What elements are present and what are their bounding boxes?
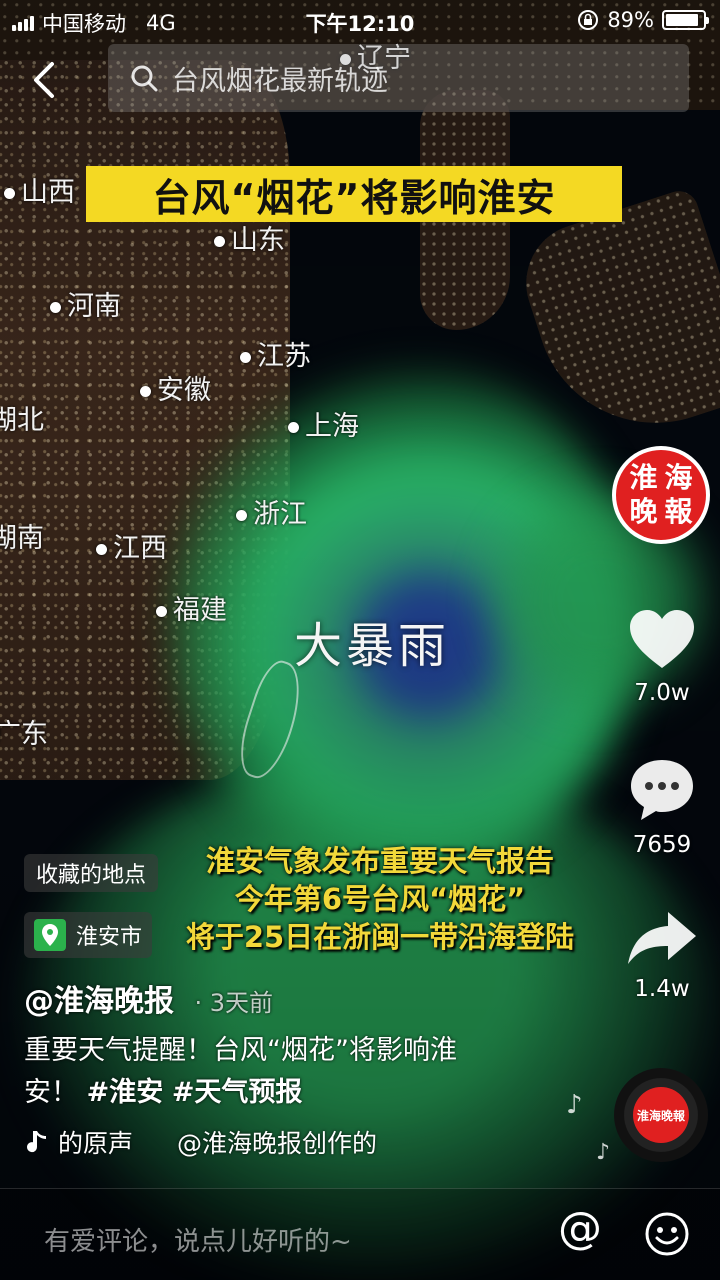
video-caption: 淮安气象发布重要天气报告 今年第6号台风“烟花” 将于25日在浙闽一带沿海登陆 xyxy=(150,842,610,956)
post-time: · 3天前 xyxy=(194,989,273,1017)
share-arrow-icon xyxy=(628,912,696,964)
heart-icon xyxy=(630,610,694,668)
battery-icon xyxy=(662,10,709,30)
author-name[interactable]: @淮海晚报 · 3天前 xyxy=(24,976,273,1020)
share-count: 1.4w xyxy=(634,976,690,1002)
map-label: 山西 xyxy=(4,170,75,209)
collected-places-chip[interactable]: 收藏的地点 xyxy=(24,854,159,892)
battery-percent: 89% xyxy=(607,8,654,32)
caption-line: 今年第6号台风“烟花” xyxy=(234,882,526,916)
music-note-icon xyxy=(27,1131,46,1153)
status-bar: 中国移动 4G 下午12:10 89% xyxy=(0,0,720,40)
comment-icon xyxy=(631,760,693,820)
map-label: 湖北 xyxy=(0,405,44,436)
mention-icon[interactable]: @ xyxy=(558,1203,602,1254)
author-avatar[interactable]: 淮 海 晚 報 xyxy=(612,446,710,544)
like-count: 7.0w xyxy=(634,680,690,706)
hashtag[interactable]: #淮安 xyxy=(87,1077,164,1108)
map-label: 江苏 xyxy=(240,334,311,373)
music-note-icon: ♪ xyxy=(566,1090,583,1120)
search-icon xyxy=(131,65,158,92)
search-query: 台风烟花最新轨迹 xyxy=(172,65,388,97)
map-label: 安徽 xyxy=(140,368,211,407)
chevron-left-icon xyxy=(34,62,54,98)
search-bar[interactable]: 台风烟花最新轨迹 xyxy=(108,44,689,112)
map-label: 广东 xyxy=(0,719,48,750)
location-pin-icon xyxy=(34,919,66,951)
disc-label: 淮海晚報 xyxy=(633,1087,689,1143)
map-label: 上海 xyxy=(288,404,359,443)
storm-label: 大暴雨 xyxy=(294,618,451,674)
music-disc[interactable]: 淮海晚報 xyxy=(614,1068,708,1162)
map-label: 福建 xyxy=(156,588,227,627)
map-label: 河南 xyxy=(50,284,121,323)
map-label: 湖南 xyxy=(0,523,44,554)
map-label: 浙江 xyxy=(236,492,307,531)
video-headline: 台风“烟花”将影响淮安 xyxy=(86,166,622,222)
comment-button[interactable]: 7659 xyxy=(620,756,704,858)
emoji-icon[interactable] xyxy=(644,1211,690,1257)
like-button[interactable]: 7.0w xyxy=(620,608,704,706)
location-chip[interactable]: 淮安市 xyxy=(24,912,153,958)
map-label: 山东 xyxy=(214,218,285,257)
music-ticker[interactable]: 的原声 @淮海晚报创作的 xyxy=(24,1124,377,1160)
hashtag[interactable]: #天气预报 xyxy=(172,1077,303,1108)
caption-line: 将于25日在浙闽一带沿海登陆 xyxy=(185,920,575,954)
orientation-lock-icon xyxy=(578,10,599,30)
share-button[interactable]: 1.4w xyxy=(620,908,704,1002)
back-button[interactable] xyxy=(26,56,66,104)
comment-bar: 有爱评论，说点儿好听的~ @ xyxy=(0,1188,720,1280)
map-label: 江西 xyxy=(96,526,167,565)
music-note-icon: ♪ xyxy=(596,1140,611,1165)
comment-count: 7659 xyxy=(632,832,692,858)
comment-input[interactable]: 有爱评论，说点儿好听的~ xyxy=(44,1221,352,1258)
post-description: 重要天气提醒！台风“烟花”将影响淮安！ #淮安 #天气预报 xyxy=(24,1035,457,1108)
caption-line: 淮安气象发布重要天气报告 xyxy=(205,844,554,878)
